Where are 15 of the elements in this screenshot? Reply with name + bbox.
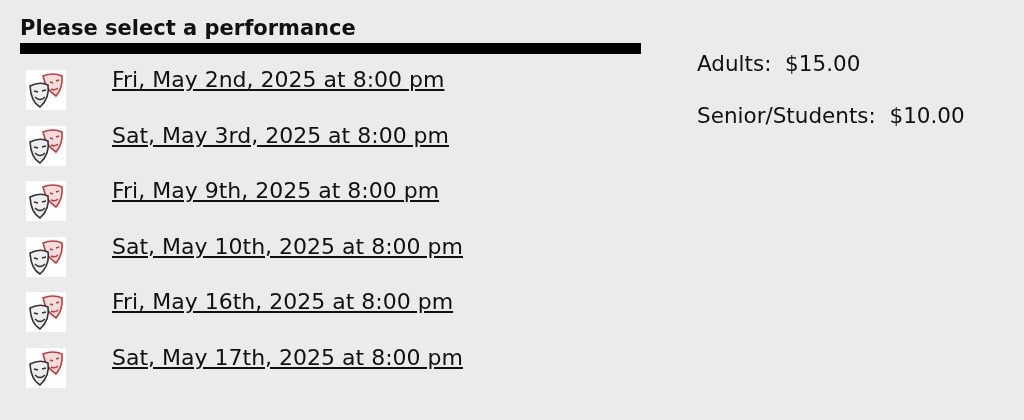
theater-masks-icon [26,347,66,388]
performance-link[interactable]: Fri, May 2nd, 2025 at 8:00 pm [112,66,445,95]
theater-masks-icon [26,236,66,277]
theater-masks-icon [26,292,66,333]
theater-masks-icon [26,70,66,111]
performance-link[interactable]: Sat, May 17th, 2025 at 8:00 pm [112,343,463,373]
price-text: Senior/Students: $10.00 [697,101,965,130]
theater-masks-icon [26,181,66,222]
section-heading: Please select a performance [20,15,356,42]
performance-link[interactable]: Sat, May 3rd, 2025 at 8:00 pm [112,121,449,151]
performance-link[interactable]: Sat, May 10th, 2025 at 8:00 pm [112,232,463,262]
price-text: Adults: $15.00 [697,50,862,78]
performance-link[interactable]: Fri, May 16th, 2025 at 8:00 pm [112,288,454,317]
theater-masks-icon [26,125,66,166]
performance-link[interactable]: Fri, May 9th, 2025 at 8:00 pm [112,177,440,206]
